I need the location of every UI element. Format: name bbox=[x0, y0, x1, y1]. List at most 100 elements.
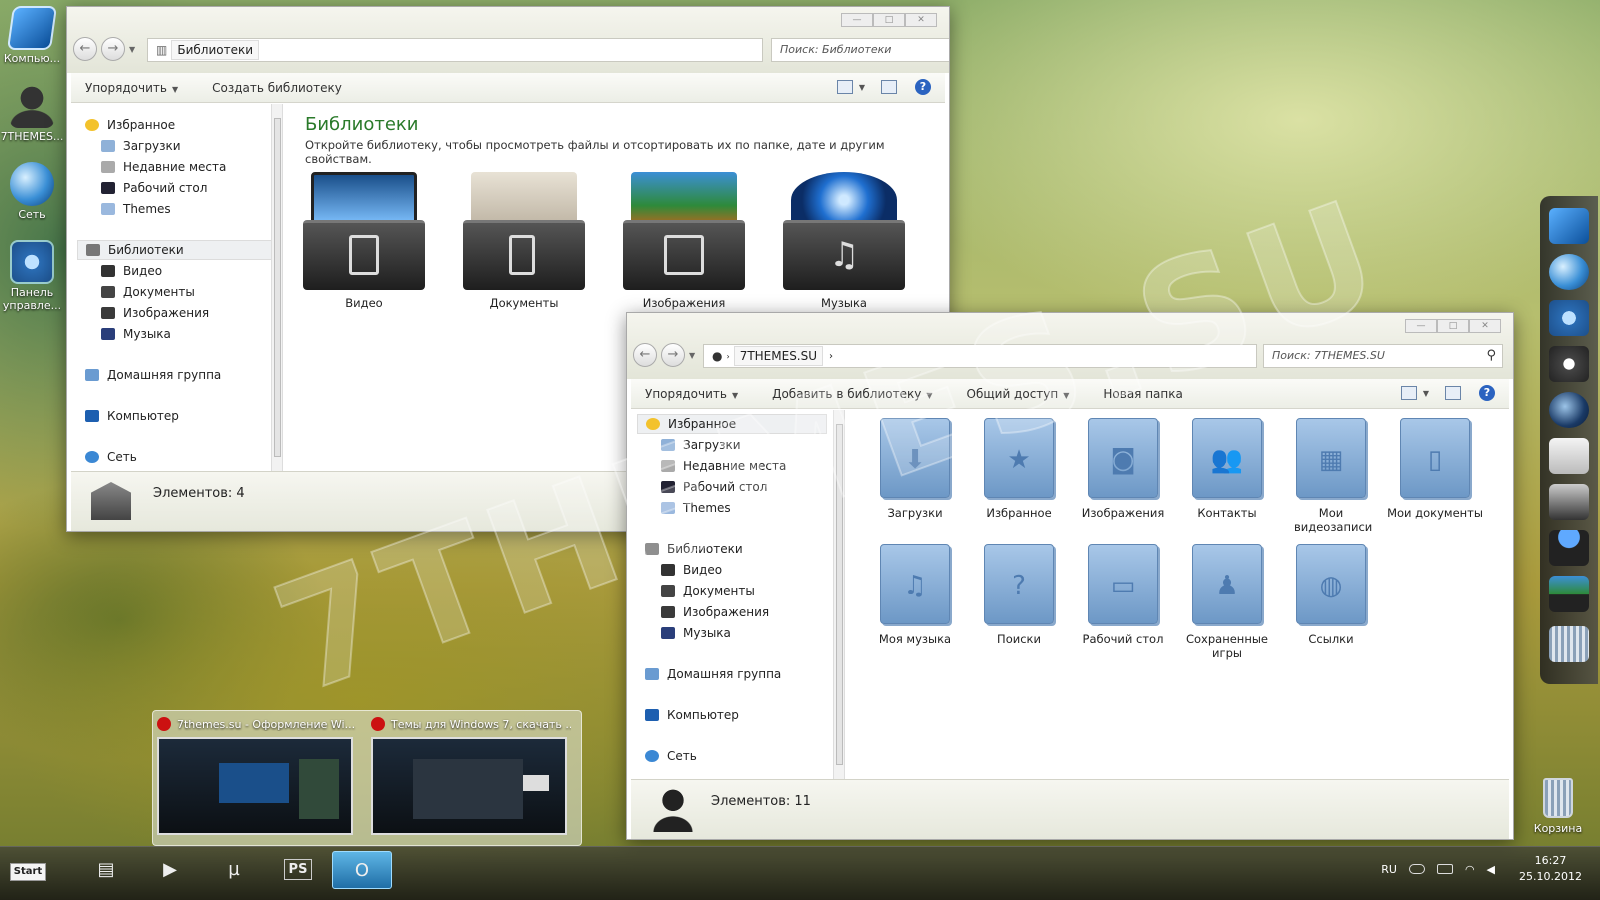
desktop-icon-network[interactable]: Сеть bbox=[0, 162, 64, 221]
nav-themes[interactable]: Themes bbox=[661, 501, 731, 515]
nav-music[interactable]: Музыка bbox=[101, 327, 171, 341]
nav-images[interactable]: Изображения bbox=[101, 306, 209, 320]
view-options-icon[interactable] bbox=[1400, 386, 1417, 400]
history-dropdown-icon[interactable]: ▼ bbox=[129, 45, 135, 54]
minimize-button[interactable]: — bbox=[841, 13, 873, 27]
nav-network[interactable]: Сеть bbox=[85, 450, 137, 464]
library-documents[interactable]: Документы bbox=[459, 172, 589, 310]
add-to-library-button[interactable]: Добавить в библиотеку ▼ bbox=[772, 387, 932, 401]
organize-button[interactable]: Упорядочить ▼ bbox=[645, 387, 738, 401]
nav-desktop[interactable]: Рабочий стол bbox=[101, 181, 207, 195]
library-music[interactable]: ♫ Музыка bbox=[779, 172, 909, 310]
document-box-icon[interactable] bbox=[1549, 484, 1589, 520]
address-bar[interactable]: ▥ Библиотеки bbox=[147, 38, 763, 62]
nav-favorites[interactable]: Избранное bbox=[637, 414, 827, 434]
battery-icon[interactable] bbox=[1436, 864, 1453, 874]
network-globe-icon[interactable] bbox=[1549, 254, 1589, 290]
language-indicator[interactable]: RU bbox=[1381, 863, 1397, 876]
nav-desktop[interactable]: Рабочий стол bbox=[661, 480, 767, 494]
documents-icon[interactable] bbox=[1549, 438, 1589, 474]
view-options-icon[interactable] bbox=[836, 80, 853, 94]
computer-icon[interactable] bbox=[1549, 208, 1589, 244]
opera-taskbar-button[interactable]: O bbox=[332, 851, 392, 889]
breadcrumb[interactable]: 7THEMES.SU bbox=[733, 346, 824, 366]
folder-downloads[interactable]: ⬇ Загрузки bbox=[863, 418, 967, 520]
forward-button[interactable]: → bbox=[661, 343, 685, 367]
nav-libraries[interactable]: Библиотеки bbox=[77, 240, 273, 260]
nav-computer[interactable]: Компьютер bbox=[645, 708, 739, 722]
start-button[interactable]: Start bbox=[10, 863, 46, 881]
share-button[interactable]: Общий доступ ▼ bbox=[967, 387, 1070, 401]
nav-video[interactable]: Видео bbox=[661, 563, 722, 577]
control-panel-icon[interactable] bbox=[1549, 300, 1589, 336]
desktop-icon-user[interactable]: 7THEMES... bbox=[0, 84, 64, 143]
create-library-button[interactable]: Создать библиотеку bbox=[212, 81, 342, 95]
search-input[interactable]: Поиск: 7THEMES.SU ⚲ bbox=[1263, 344, 1503, 368]
library-images[interactable]: Изображения bbox=[619, 172, 749, 310]
view-dropdown-icon[interactable]: ▼ bbox=[859, 83, 865, 92]
nav-downloads[interactable]: Загрузки bbox=[661, 438, 741, 452]
thumbnail-window-2[interactable]: Темы для Windows 7, скачать ... bbox=[371, 717, 571, 841]
folder-my-documents[interactable]: ▯ Мои документы bbox=[1383, 418, 1487, 520]
preview-pane-icon[interactable] bbox=[1445, 386, 1461, 400]
music-box-icon[interactable] bbox=[1549, 530, 1589, 566]
folder-favorites[interactable]: ★ Избранное bbox=[967, 418, 1071, 520]
folder-links[interactable]: ◍ Ссылки bbox=[1279, 544, 1383, 646]
nav-scrollbar[interactable] bbox=[833, 410, 844, 779]
address-bar[interactable]: ● › 7THEMES.SU › bbox=[703, 344, 1257, 368]
internet-globe-icon[interactable] bbox=[1549, 392, 1589, 428]
folder-my-music[interactable]: ♫ Моя музыка bbox=[863, 544, 967, 646]
search-icon[interactable]: ⚲ bbox=[1486, 348, 1496, 363]
view-dropdown-icon[interactable]: ▼ bbox=[1423, 389, 1429, 398]
forward-button[interactable]: → bbox=[101, 37, 125, 61]
folder-contacts[interactable]: 👥 Контакты bbox=[1175, 418, 1279, 520]
nav-recent[interactable]: Недавние места bbox=[661, 459, 786, 473]
nav-documents[interactable]: Документы bbox=[101, 285, 195, 299]
close-button[interactable]: ✕ bbox=[905, 13, 937, 27]
organize-button[interactable]: Упорядочить ▼ bbox=[85, 81, 178, 95]
nav-homegroup[interactable]: Домашняя группа bbox=[85, 368, 221, 382]
nav-scrollbar[interactable] bbox=[271, 104, 282, 471]
new-folder-button[interactable]: Новая папка bbox=[1103, 387, 1182, 401]
breadcrumb[interactable]: Библиотеки bbox=[171, 40, 260, 60]
nav-documents[interactable]: Документы bbox=[661, 584, 755, 598]
volume-icon[interactable]: ◀ bbox=[1487, 863, 1495, 876]
chevron-right-icon[interactable]: › bbox=[726, 352, 729, 361]
toggle-icon[interactable] bbox=[1408, 864, 1425, 874]
preview-pane-icon[interactable] bbox=[881, 80, 897, 94]
desktop-icon-recycle-bin[interactable]: Корзина bbox=[1526, 778, 1590, 835]
search-input[interactable]: Поиск: Библиотеки ⚲ bbox=[771, 38, 949, 62]
nav-images[interactable]: Изображения bbox=[661, 605, 769, 619]
clock[interactable]: 16:27 25.10.2012 bbox=[1519, 853, 1582, 885]
nav-themes[interactable]: Themes bbox=[101, 202, 171, 216]
close-button[interactable]: ✕ bbox=[1469, 319, 1501, 333]
back-button[interactable]: ← bbox=[73, 37, 97, 61]
history-dropdown-icon[interactable]: ▼ bbox=[689, 351, 695, 360]
folder-images[interactable]: ◙ Изображения bbox=[1071, 418, 1175, 520]
chevron-right-icon[interactable]: › bbox=[829, 351, 833, 362]
maximize-button[interactable]: □ bbox=[873, 13, 905, 27]
library-video[interactable]: Видео bbox=[299, 172, 429, 310]
folder-saved-games[interactable]: ♟ Сохраненные игры bbox=[1175, 544, 1279, 660]
thumbnail-window-1[interactable]: 7themes.su - Оформление Wi... bbox=[157, 717, 357, 841]
minimize-button[interactable]: — bbox=[1405, 319, 1437, 333]
folder-my-videos[interactable]: ▦ Мои видеозаписи bbox=[1279, 418, 1383, 534]
desktop-icon-control-panel[interactable]: Панель управле... bbox=[0, 240, 64, 312]
maximize-button[interactable]: □ bbox=[1437, 319, 1469, 333]
folder-searches[interactable]: ? Поиски bbox=[967, 544, 1071, 646]
explorer-taskbar-button[interactable]: ▤ bbox=[76, 851, 136, 889]
nav-network[interactable]: Сеть bbox=[645, 749, 697, 763]
webcam-icon[interactable] bbox=[1549, 346, 1589, 382]
nav-recent[interactable]: Недавние места bbox=[101, 160, 226, 174]
folder-desktop[interactable]: ▭ Рабочий стол bbox=[1071, 544, 1175, 646]
recycle-bin-icon[interactable] bbox=[1549, 626, 1589, 662]
help-icon[interactable]: ? bbox=[1479, 385, 1495, 401]
nav-downloads[interactable]: Загрузки bbox=[101, 139, 181, 153]
wifi-icon[interactable]: ◠ bbox=[1465, 863, 1475, 876]
desktop-icon-computer[interactable]: Компью... bbox=[0, 6, 64, 65]
back-button[interactable]: ← bbox=[633, 343, 657, 367]
media-player-taskbar-button[interactable]: ▶ bbox=[140, 851, 200, 889]
nav-favorites[interactable]: Избранное bbox=[85, 118, 175, 132]
nav-homegroup[interactable]: Домашняя группа bbox=[645, 667, 781, 681]
nav-music[interactable]: Музыка bbox=[661, 626, 731, 640]
